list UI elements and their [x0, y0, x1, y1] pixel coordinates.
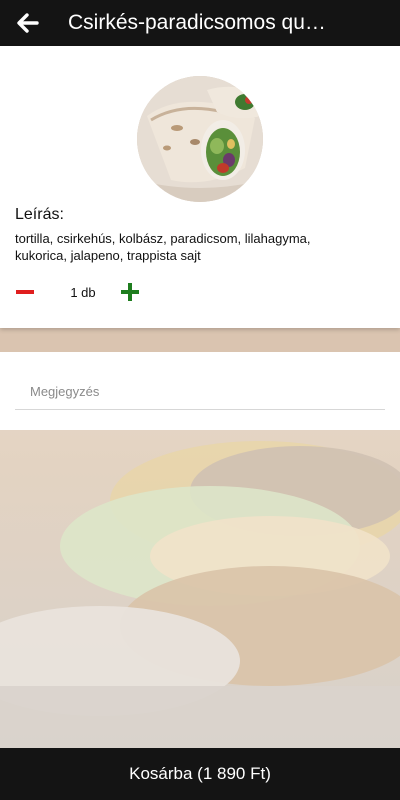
page-title: Csirkés-paradicsomos qu… — [68, 11, 326, 34]
add-to-cart-label: Kosárba (1 890 Ft) — [129, 764, 271, 783]
quantity-value: 1 db — [70, 284, 96, 300]
minus-icon — [16, 290, 34, 294]
description-text: tortilla, csirkehús, kolbász, paradicsom… — [15, 231, 311, 263]
decrease-quantity-button[interactable] — [15, 280, 53, 304]
increase-quantity-button[interactable] — [118, 280, 142, 304]
add-to-cart-button[interactable]: Kosárba (1 890 Ft) — [0, 748, 400, 800]
app-header: Csirkés-paradicsomos qu… — [0, 0, 400, 46]
note-card — [0, 352, 400, 430]
product-image — [137, 76, 263, 202]
quantity-stepper: 1 db — [15, 282, 142, 302]
plus-icon — [121, 283, 139, 301]
note-input[interactable] — [15, 374, 385, 410]
description-heading: Leírás: — [15, 206, 64, 223]
product-card: Leírás: tortilla, csirkehús, kolbász, pa… — [0, 46, 400, 328]
back-button[interactable] — [0, 0, 56, 46]
arrow-left-icon — [17, 13, 39, 33]
